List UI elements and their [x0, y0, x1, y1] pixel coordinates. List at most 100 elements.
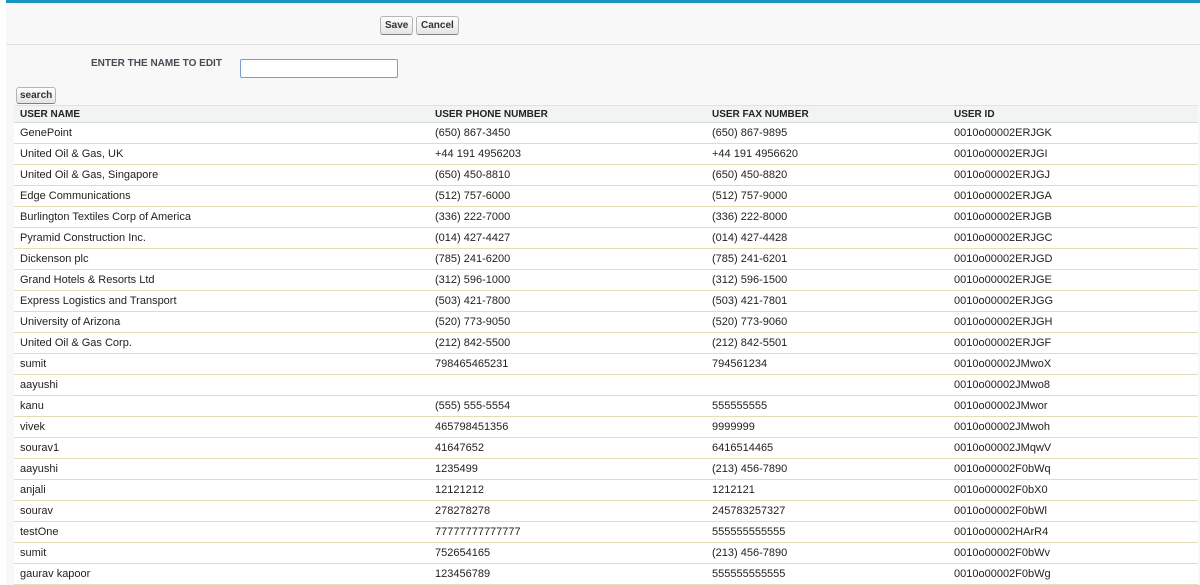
- table-row: Pyramid Construction Inc. (014) 427-4427(…: [14, 227, 1198, 249]
- cell-user-id: 0010o00002ERJGA: [948, 185, 1198, 207]
- cell-user-name: Edge Communications: [14, 185, 429, 207]
- cell-user-name: sumit: [14, 353, 429, 375]
- cell-user-id: 0010o00002ERJGJ: [948, 164, 1198, 186]
- cell-user-phone: [429, 374, 706, 396]
- cell-user-phone: (650) 450-8810: [429, 164, 706, 186]
- cell-user-fax: 555555555: [706, 395, 948, 417]
- table-row: testOne 77777777777777 555555555555 0010o00…: [14, 521, 1198, 543]
- table-row: sourav 278278278 245783257327 0010o00002F0b…: [14, 500, 1198, 522]
- table-body: GenePoint (650) 867-3450 (650) 867-9895 001…: [14, 122, 1198, 585]
- cell-user-name: aayushi: [14, 458, 429, 480]
- cancel-button[interactable]: Cancel: [416, 16, 459, 35]
- cell-user-phone: +44 191 4956203: [429, 143, 706, 165]
- cell-user-id: 0010o00002ERJGC: [948, 227, 1198, 249]
- name-field-label: ENTER THE NAME TO EDIT: [91, 58, 222, 69]
- cell-user-name: University of Arizona: [14, 311, 429, 333]
- cell-user-phone: (785) 241-6200: [429, 248, 706, 270]
- table-row: GenePoint (650) 867-3450 (650) 867-9895 001…: [14, 122, 1198, 144]
- cell-user-phone: (014) 427-4427: [429, 227, 706, 249]
- table-row: aayushi 0010o00002JMwo8: [14, 374, 1198, 396]
- cell-user-fax: (520) 773-9060: [706, 311, 948, 333]
- cell-user-phone: (312) 596-1000: [429, 269, 706, 291]
- column-header-user-id[interactable]: USER ID: [948, 105, 1198, 123]
- cell-user-phone: 752654165: [429, 542, 706, 564]
- cell-user-name: Dickenson plc: [14, 248, 429, 270]
- cell-user-fax: 9999999: [706, 416, 948, 438]
- cell-user-fax: (213) 456-7890: [706, 458, 948, 480]
- cell-user-phone: (212) 842-5500: [429, 332, 706, 354]
- cell-user-phone: 77777777777777: [429, 521, 706, 543]
- cell-user-phone: 465798451356: [429, 416, 706, 438]
- table-row: vivek 465798451356 9999999 0010o00002JMwoh: [14, 416, 1198, 438]
- table-row: University of Arizona (520) 773-9050 (520)…: [14, 311, 1198, 333]
- cell-user-name: Express Logistics and Transport: [14, 290, 429, 312]
- cell-user-id: 0010o00002HArR4: [948, 521, 1198, 543]
- cell-user-id: 0010o00002JMwo8: [948, 374, 1198, 396]
- cell-user-fax: [706, 374, 948, 396]
- cell-user-name: sumit: [14, 542, 429, 564]
- cell-user-id: 0010o00002ERJGB: [948, 206, 1198, 228]
- cell-user-name: kanu: [14, 395, 429, 417]
- cell-user-fax: (512) 757-9000: [706, 185, 948, 207]
- cell-user-fax: (213) 456-7890: [706, 542, 948, 564]
- cell-user-fax: 6416514465: [706, 437, 948, 459]
- table-row: aayushi 1235499 (213) 456-7890 0010o00002F0…: [14, 458, 1198, 480]
- cell-user-name: sourav: [14, 500, 429, 522]
- cell-user-id: 0010o00002ERJGE: [948, 269, 1198, 291]
- cell-user-name: Pyramid Construction Inc.: [14, 227, 429, 249]
- cell-user-fax: 555555555555: [706, 563, 948, 585]
- cell-user-id: 0010o00002ERJGI: [948, 143, 1198, 165]
- table-row: kanu (555) 555-5554 555555555 0010o00002JMw…: [14, 395, 1198, 417]
- cell-user-phone: 12121212: [429, 479, 706, 501]
- cell-user-phone: 41647652: [429, 437, 706, 459]
- cell-user-name: gaurav kapoor: [14, 563, 429, 585]
- cell-user-id: 0010o00002F0bWv: [948, 542, 1198, 564]
- table-row: sumit 798465465231 794561234 0010o00002JMwo…: [14, 353, 1198, 375]
- cell-user-name: vivek: [14, 416, 429, 438]
- cell-user-phone: (650) 867-3450: [429, 122, 706, 144]
- search-button[interactable]: search: [16, 87, 57, 104]
- cell-user-id: 0010o00002ERJGD: [948, 248, 1198, 270]
- table-row: gaurav kapoor 123456789 555555555555 0010o0…: [14, 563, 1198, 585]
- cell-user-phone: 798465465231: [429, 353, 706, 375]
- table-header-row: USER NAME USER PHONE NUMBER USER FAX NUM…: [14, 105, 1198, 123]
- cell-user-id: 0010o00002ERJGH: [948, 311, 1198, 333]
- table-row: United Oil & Gas Corp. (212) 842-5500 (212…: [14, 332, 1198, 354]
- cell-user-id: 0010o00002F0bWg: [948, 563, 1198, 585]
- cell-user-name: Grand Hotels & Resorts Ltd: [14, 269, 429, 291]
- cell-user-id: 0010o00002JMwoh: [948, 416, 1198, 438]
- column-header-user-fax[interactable]: USER FAX NUMBER: [706, 105, 948, 123]
- cell-user-phone: (503) 421-7800: [429, 290, 706, 312]
- cell-user-name: testOne: [14, 521, 429, 543]
- cell-user-phone: 1235499: [429, 458, 706, 480]
- cell-user-name: GenePoint: [14, 122, 429, 144]
- name-search-form: ENTER THE NAME TO EDIT: [6, 45, 1200, 83]
- cell-user-id: 0010o00002JMwoX: [948, 353, 1198, 375]
- cell-user-fax: (650) 450-8820: [706, 164, 948, 186]
- cell-user-id: 0010o00002JMwor: [948, 395, 1198, 417]
- cell-user-name: aayushi: [14, 374, 429, 396]
- cell-user-phone: (336) 222-7000: [429, 206, 706, 228]
- cell-user-name: United Oil & Gas, Singapore: [14, 164, 429, 186]
- table-row: sumit 752654165 (213) 456-7890 0010o00002F0…: [14, 542, 1198, 564]
- cell-user-fax: (785) 241-6201: [706, 248, 948, 270]
- table-row: United Oil & Gas, UK +44 191 4956203 +44 1…: [14, 143, 1198, 165]
- cell-user-name: United Oil & Gas, UK: [14, 143, 429, 165]
- table-row: United Oil & Gas, Singapore (650) 450-881…: [14, 164, 1198, 186]
- button-bar: Save Cancel: [6, 3, 1200, 45]
- table-row: Edge Communications (512) 757-6000 (512) 7…: [14, 185, 1198, 207]
- column-header-user-phone[interactable]: USER PHONE NUMBER: [429, 105, 706, 123]
- column-header-user-name[interactable]: USER NAME: [14, 105, 429, 123]
- cell-user-id: 0010o00002ERJGF: [948, 332, 1198, 354]
- cell-user-name: United Oil & Gas Corp.: [14, 332, 429, 354]
- name-input[interactable]: [240, 59, 398, 78]
- save-button[interactable]: Save: [380, 16, 414, 35]
- cell-user-fax: (212) 842-5501: [706, 332, 948, 354]
- cell-user-phone: 278278278: [429, 500, 706, 522]
- cell-user-fax: 1212121: [706, 479, 948, 501]
- cell-user-phone: (520) 773-9050: [429, 311, 706, 333]
- page-block: Save Cancel ENTER THE NAME TO EDIT searc…: [6, 0, 1200, 585]
- cell-user-id: 0010o00002F0bX0: [948, 479, 1198, 501]
- cell-user-phone: (555) 555-5554: [429, 395, 706, 417]
- cell-user-fax: (503) 421-7801: [706, 290, 948, 312]
